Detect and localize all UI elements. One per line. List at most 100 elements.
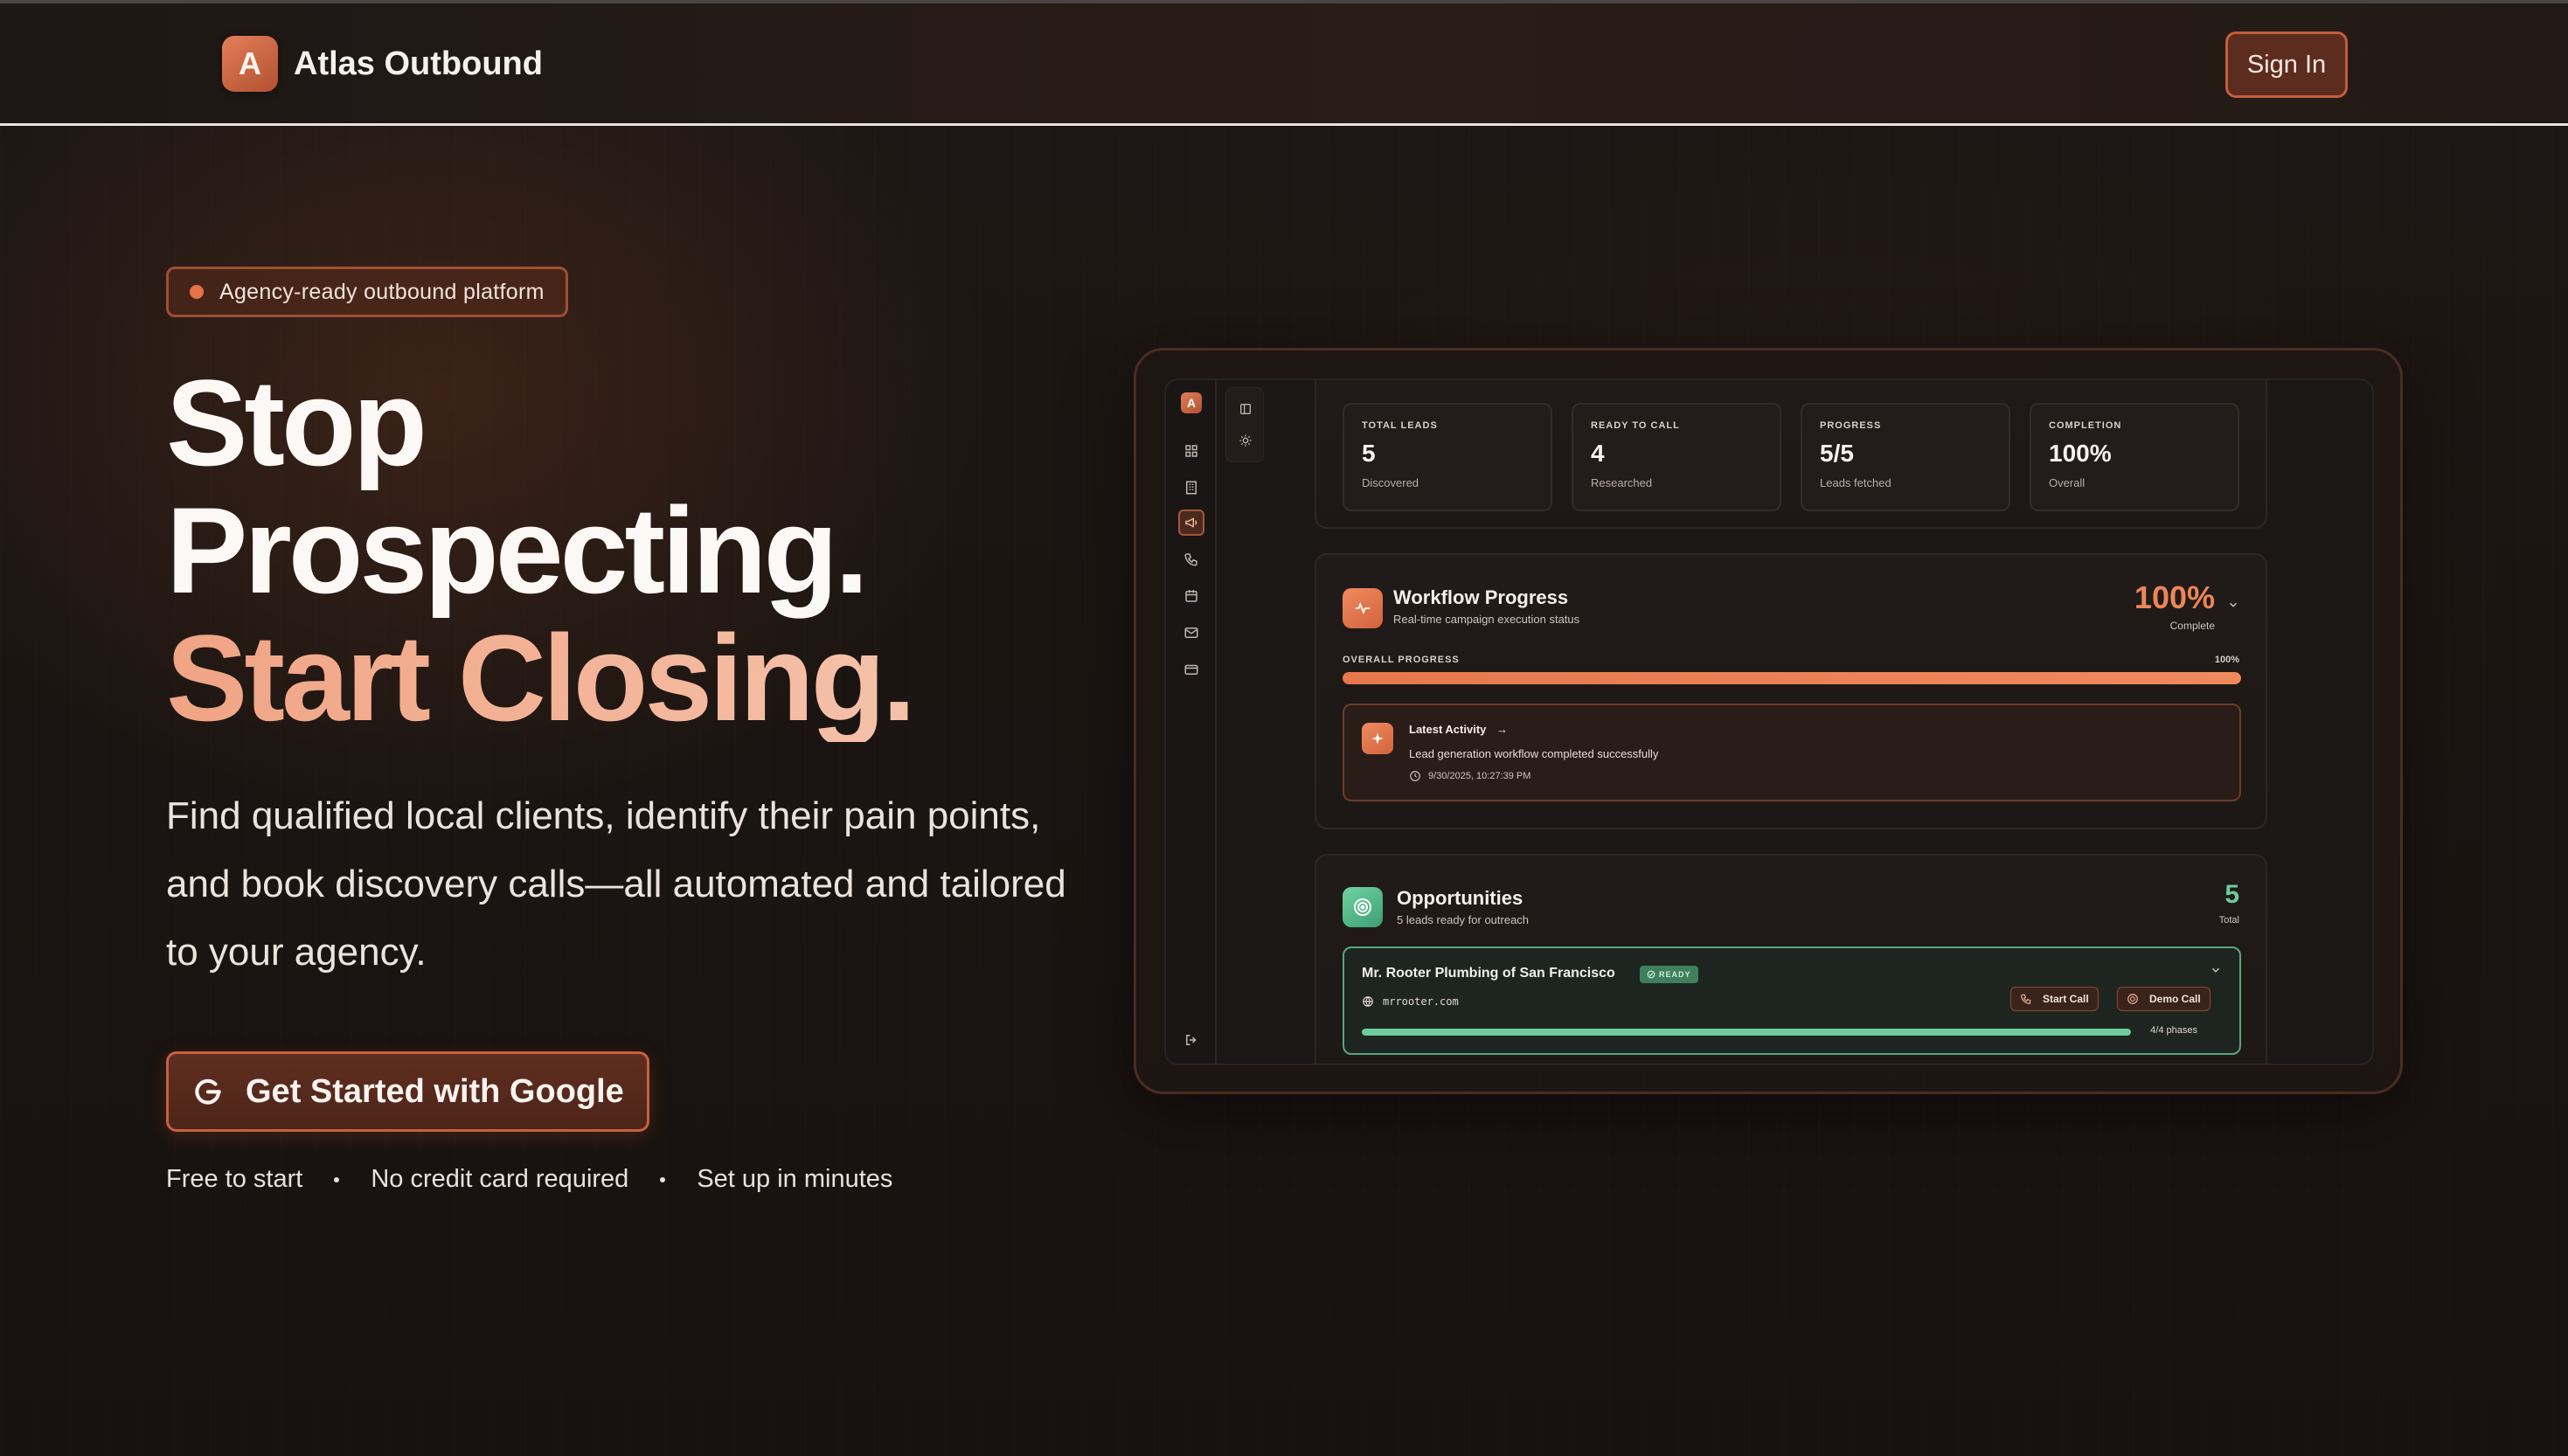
preview-sidebar: A <box>1166 380 1217 1064</box>
sidebar-toggle-icon[interactable] <box>1237 400 1254 418</box>
latest-activity-time: 9/30/2025, 10:27:39 PM <box>1409 770 1530 782</box>
building-icon[interactable] <box>1178 475 1204 501</box>
stat-ready-to-call: READY TO CALL 4 Researched <box>1572 403 1781 511</box>
sign-in-button[interactable]: Sign In <box>2225 31 2348 98</box>
google-signup-button[interactable]: Get Started with Google <box>166 1051 649 1132</box>
stat-caption: Leads fetched <box>1820 476 1891 489</box>
brand-name: Atlas Outbound <box>294 45 543 82</box>
demo-call-button[interactable]: Demo Call <box>2117 987 2211 1011</box>
status-badge: READY <box>1640 966 1698 983</box>
brand[interactable]: A Atlas Outbound <box>222 36 543 92</box>
stat-value: 4 <box>1591 440 1605 467</box>
lead-website-text: mrrooter.com <box>1383 995 1459 1008</box>
globe-icon <box>1363 996 1373 1007</box>
chevron-down-icon[interactable] <box>2227 599 2239 611</box>
phone-icon <box>2021 994 2031 1004</box>
stats-card: TOTAL LEADS 5 Discovered READY TO CALL 4… <box>1315 380 2267 529</box>
preview-logo: A <box>1181 392 1202 413</box>
demo-call-label: Demo Call <box>2149 993 2201 1005</box>
opportunities-count-caption: Total <box>2218 915 2239 926</box>
lead-website[interactable]: mrrooter.com <box>1362 995 1459 1008</box>
workflow-subtitle: Real-time campaign execution status <box>1393 613 1580 626</box>
headline-line-3: Start Closing. <box>166 614 1084 742</box>
overall-progress-value: 100% <box>2214 655 2239 665</box>
stat-label: TOTAL LEADS <box>1362 420 1438 431</box>
arrow-right-icon: → <box>1496 723 1509 736</box>
stat-value: 100% <box>2049 440 2112 467</box>
perks-list: Free to start No credit card required Se… <box>166 1165 1084 1194</box>
stat-value: 5 <box>1362 440 1376 467</box>
clock-icon <box>1410 771 1420 781</box>
opportunities-count: 5 <box>2224 880 2239 909</box>
platform-badge-label: Agency-ready outbound platform <box>219 279 545 304</box>
stat-value: 5/5 <box>1820 440 1854 467</box>
phone-icon[interactable] <box>1178 546 1204 572</box>
site-header: A Atlas Outbound Sign In <box>0 3 2568 126</box>
brand-logo: A <box>222 36 278 92</box>
latest-activity-panel[interactable]: Latest Activity → Lead generation workfl… <box>1343 704 2241 801</box>
chevron-down-icon[interactable] <box>2210 964 2222 976</box>
demo-target-icon <box>2127 994 2138 1004</box>
grid-icon[interactable] <box>1178 438 1204 464</box>
google-signup-label: Get Started with Google <box>246 1072 624 1110</box>
lead-phases-text: 4/4 phases <box>2150 1025 2197 1036</box>
workflow-progress-card: Workflow Progress Real-time campaign exe… <box>1315 553 2267 829</box>
perk-item: Free to start <box>166 1165 303 1193</box>
hero-section: Agency-ready outbound platform Stop Pros… <box>166 267 1084 1194</box>
perk-item: Set up in minutes <box>697 1165 893 1193</box>
stat-completion: COMPLETION 100% Overall <box>2030 403 2239 511</box>
mail-icon[interactable] <box>1178 620 1204 646</box>
stat-progress: PROGRESS 5/5 Leads fetched <box>1801 403 2010 511</box>
lead-phase-progress-bar <box>1362 1029 2131 1036</box>
theme-sun-icon[interactable] <box>1237 432 1254 449</box>
hero-subtitle: Find qualified local clients, identify t… <box>166 794 1066 974</box>
platform-badge: Agency-ready outbound platform <box>166 267 568 317</box>
start-call-button[interactable]: Start Call <box>2010 987 2099 1011</box>
opportunities-card: Opportunities 5 leads ready for outreach… <box>1315 854 2267 1064</box>
latest-activity-title: Latest Activity → <box>1409 723 1508 736</box>
product-preview-screen: A TOTAL LEADS 5 Discovered READY TO CALL… <box>1164 378 2374 1065</box>
start-call-label: Start Call <box>2043 993 2089 1005</box>
workflow-percent: 100% <box>2134 579 2215 615</box>
window-top-edge <box>0 0 2568 3</box>
status-badge-label: READY <box>1659 970 1691 979</box>
lead-card[interactable]: Mr. Rooter Plumbing of San Francisco REA… <box>1343 946 2241 1055</box>
lead-phase-progress-fill <box>1362 1029 2131 1036</box>
stat-label: PROGRESS <box>1820 420 1882 431</box>
stat-label: COMPLETION <box>2049 420 2122 431</box>
overall-progress-bar <box>1343 672 2241 684</box>
activity-pulse-icon <box>1343 588 1383 628</box>
latest-activity-label: Latest Activity <box>1409 723 1487 736</box>
megaphone-icon[interactable] <box>1178 510 1204 536</box>
hero-headline: Stop Prospecting. Start Closing. <box>166 359 1084 742</box>
headline-line-2: Prospecting. <box>166 482 869 619</box>
preview-sub-toolbar <box>1225 387 1264 462</box>
stat-caption: Researched <box>1591 476 1653 489</box>
calendar-icon[interactable] <box>1178 583 1204 609</box>
overall-progress-fill <box>1343 672 2241 684</box>
stat-label: READY TO CALL <box>1591 420 1680 431</box>
target-icon <box>1343 887 1383 927</box>
bullet-separator <box>334 1176 340 1182</box>
workflow-title: Workflow Progress <box>1393 586 1569 608</box>
stat-caption: Overall <box>2049 476 2086 489</box>
opportunities-subtitle: 5 leads ready for outreach <box>1397 913 1530 926</box>
status-dot-icon <box>190 285 204 299</box>
product-preview-frame: A TOTAL LEADS 5 Discovered READY TO CALL… <box>1134 348 2403 1094</box>
perk-item: No credit card required <box>371 1165 629 1193</box>
stat-caption: Discovered <box>1362 476 1419 489</box>
check-circle-icon <box>1647 970 1655 979</box>
overall-progress-label: OVERALL PROGRESS <box>1343 655 1460 665</box>
latest-activity-text: Lead generation workflow completed succe… <box>1409 747 1659 760</box>
workflow-percent-caption: Complete <box>2169 620 2215 632</box>
headline-line-1: Stop <box>166 354 427 491</box>
stat-total-leads: TOTAL LEADS 5 Discovered <box>1343 403 1552 511</box>
lead-name: Mr. Rooter Plumbing of San Francisco <box>1362 966 1615 981</box>
google-g-icon <box>195 1078 221 1105</box>
sparkle-icon <box>1362 723 1393 754</box>
bullet-separator <box>660 1176 666 1182</box>
opportunities-title: Opportunities <box>1397 887 1523 909</box>
logout-icon[interactable] <box>1178 1027 1204 1053</box>
card-icon[interactable] <box>1178 656 1204 683</box>
latest-activity-timestamp: 9/30/2025, 10:27:39 PM <box>1428 771 1531 781</box>
